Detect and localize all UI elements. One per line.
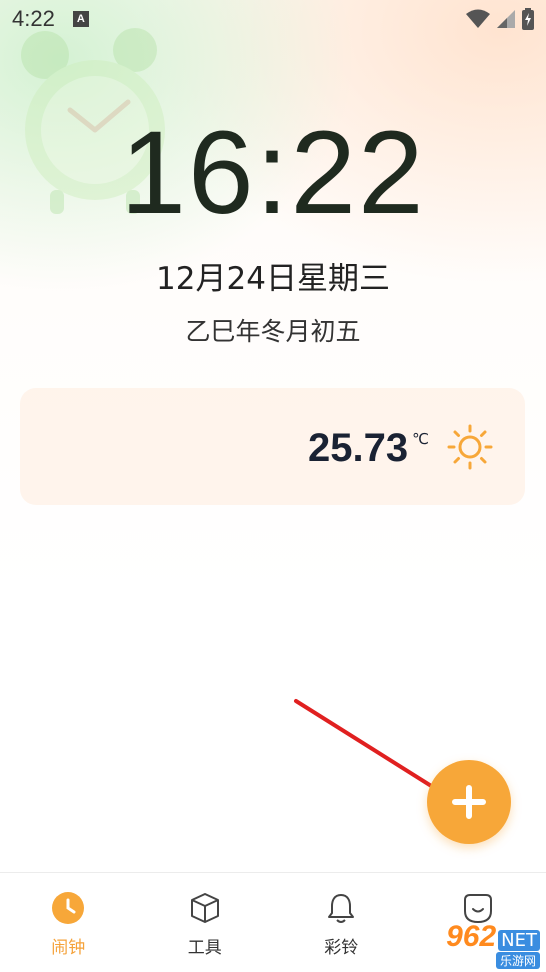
tab-alarm[interactable]: 闹钟 [0,873,137,972]
add-alarm-button[interactable] [427,760,511,844]
battery-icon [522,8,534,30]
signal-icon [497,10,515,28]
plus-icon [452,785,486,819]
weather-card[interactable]: 25.73 ℃ [20,388,525,505]
watermark-brand: 962 [446,920,497,953]
sun-icon [447,424,493,470]
wifi-icon [466,9,490,28]
temperature-display: 25.73 ℃ [308,426,429,470]
box-icon [190,893,219,923]
lunar-date: 乙巳年冬月初五 [185,317,361,346]
tab-ringtone-label: 彩铃 [324,938,359,958]
tab-alarm-label: 闹钟 [51,938,86,958]
watermark-tagline: 乐游网 [495,952,540,969]
clock-icon [52,892,85,924]
current-date: 12月24日星期三 [156,261,390,297]
temperature-unit: ℃ [412,430,429,448]
watermark-suffix: NET [498,930,540,951]
bell-icon [328,894,355,923]
site-watermark: 962 NET 乐游网 [446,922,540,969]
tab-ringtone[interactable]: 彩铃 [273,873,410,972]
tab-tools[interactable]: 工具 [137,873,274,972]
watermark-brand-row: 962 NET [446,922,540,952]
status-icons [466,8,534,30]
tab-tools-label: 工具 [187,938,222,958]
temperature-value: 25.73 [308,426,409,470]
current-time: 16:22 [120,107,426,239]
